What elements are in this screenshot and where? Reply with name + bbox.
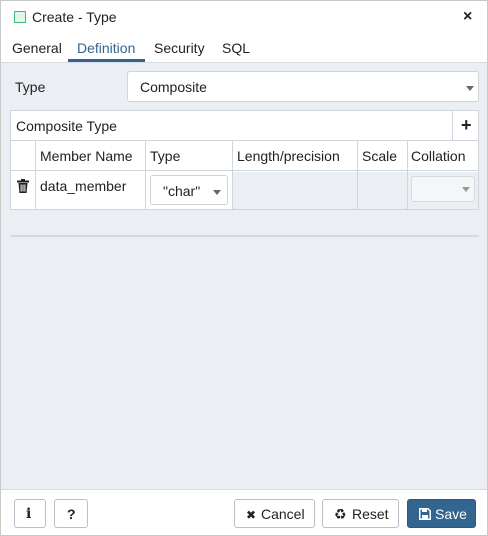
chevron-down-icon — [213, 190, 221, 195]
save-label: Save — [435, 506, 467, 522]
grid-divider — [357, 141, 358, 209]
col-scale: Scale — [362, 148, 398, 164]
floppy-disk-icon — [419, 508, 431, 520]
type-select[interactable]: Composite — [127, 71, 479, 102]
member-name-cell[interactable]: data_member — [40, 178, 126, 194]
close-icon[interactable]: × — [463, 8, 472, 26]
dialog-titlebar[interactable]: Create - Type × — [1, 1, 487, 33]
recycle-icon: ♻ — [334, 506, 347, 522]
help-button[interactable]: ? — [54, 499, 88, 528]
cancel-label: Cancel — [261, 506, 305, 522]
type-select-value: Composite — [140, 79, 207, 95]
save-button[interactable]: Save — [407, 499, 476, 528]
grid-divider — [35, 141, 36, 209]
dialog-footer: i ? ✖ Cancel ♻ Reset Save — [1, 489, 487, 535]
scale-cell — [358, 172, 407, 209]
member-type-select[interactable]: "char" — [150, 175, 228, 205]
create-type-dialog: Create - Type × General Definition Secur… — [0, 0, 488, 536]
add-row-icon[interactable]: + — [461, 116, 472, 134]
info-button[interactable]: i — [14, 499, 46, 528]
collation-select[interactable] — [411, 176, 475, 202]
chevron-down-icon — [466, 86, 474, 91]
section-divider — [10, 235, 479, 237]
length-precision-cell — [233, 172, 357, 209]
tab-definition[interactable]: Definition — [77, 40, 135, 56]
active-tab-indicator — [68, 59, 145, 62]
help-icon: ? — [67, 506, 76, 522]
tab-security[interactable]: Security — [154, 40, 205, 56]
type-label: Type — [15, 79, 46, 95]
composite-type-header: Composite Type + — [10, 110, 479, 141]
grid-divider — [232, 141, 233, 209]
composite-members-grid: Member Name Type Length/precision Scale … — [10, 140, 479, 210]
dialog-title: Create - Type — [32, 9, 117, 25]
chevron-down-icon — [462, 187, 470, 192]
col-member-name: Member Name — [40, 148, 133, 164]
reset-label: Reset — [352, 506, 389, 522]
trash-icon[interactable] — [17, 179, 29, 193]
reset-button[interactable]: ♻ Reset — [322, 499, 399, 528]
info-icon: i — [26, 506, 32, 522]
col-length-precision: Length/precision — [237, 148, 340, 164]
type-icon — [14, 11, 26, 23]
tab-sql[interactable]: SQL — [222, 40, 250, 56]
close-icon: ✖ — [246, 508, 257, 522]
col-type: Type — [150, 148, 181, 164]
tab-general[interactable]: General — [12, 40, 62, 56]
header-divider — [452, 111, 453, 140]
grid-divider — [407, 141, 408, 209]
col-collation: Collation — [411, 148, 466, 164]
grid-divider — [145, 141, 146, 209]
member-type-value: "char" — [163, 183, 201, 199]
composite-type-title: Composite Type — [16, 118, 117, 134]
cancel-button[interactable]: ✖ Cancel — [234, 499, 315, 528]
